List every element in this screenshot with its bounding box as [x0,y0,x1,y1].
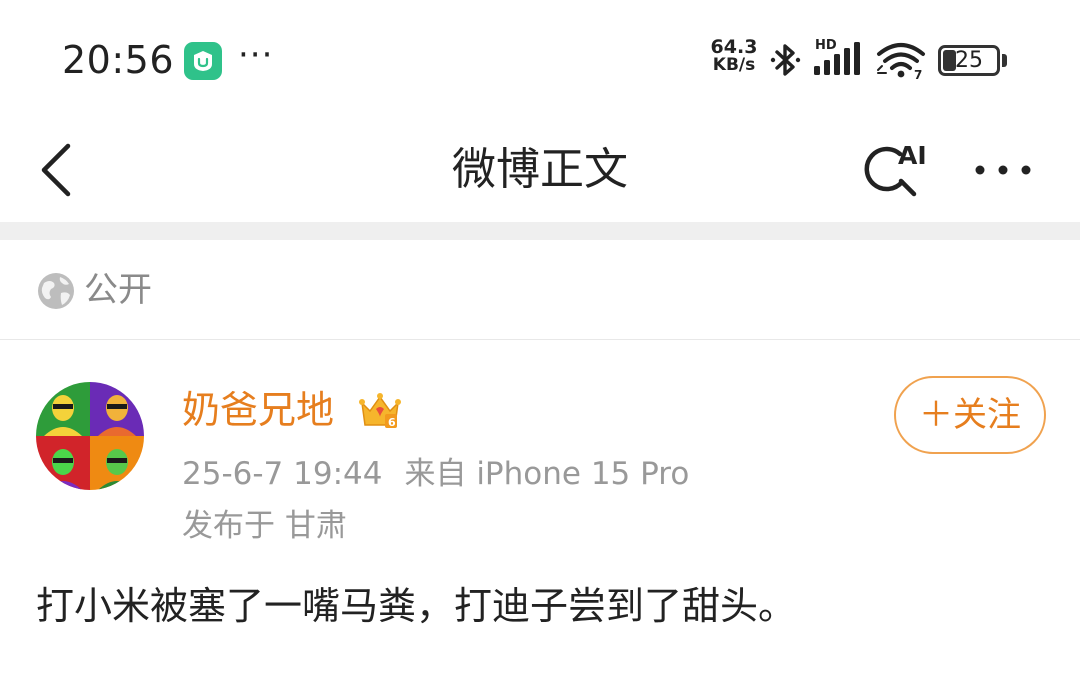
visibility-row: 公开 [0,240,1080,340]
globe-icon [38,273,74,309]
network-speed-value: 64.3 [710,36,758,58]
cellular-signal-icon [814,42,860,75]
post-meta: 25-6-7 19:44 来自 iPhone 15 Pro [182,452,689,496]
author-name[interactable]: 奶爸兄地 [182,384,334,436]
network-speed-unit: KB/s [712,55,756,75]
back-button[interactable] [30,132,86,208]
status-bar: 20:56 ··· 64.3 KB/s HD 7 25 [0,0,1080,120]
battery-level: 25 [955,48,983,73]
battery-icon: 25 [938,45,1000,76]
post-location: 发布于 甘肃 [182,508,347,544]
status-time: 20:56 [62,38,175,82]
post-source: 来自 iPhone 15 Pro [404,456,690,492]
ai-search-button[interactable]: AI [856,130,936,210]
notification-more-indicator: ··· [238,35,274,75]
follow-button[interactable]: ＋关注 [894,376,1046,454]
ai-label: AI [898,141,927,170]
more-dots-icon [975,165,1031,175]
avatar-image [36,382,144,490]
svg-text:7: 7 [914,68,922,80]
wifi-icon: 7 [877,43,925,80]
battery-tip [1002,54,1007,67]
post-timestamp: 25-6-7 19:44 [182,456,383,492]
more-button[interactable] [968,138,1040,202]
mi-home-app-icon [184,42,222,80]
section-divider [0,222,1080,240]
avatar[interactable] [36,382,144,490]
svg-text:6: 6 [388,416,396,429]
title-bar: 微博正文 AI [0,120,1080,220]
post-text: 打小米被塞了一嘴马粪，打迪子尝到了甜头。 [36,584,797,628]
weibo-post-page: 20:56 ··· 64.3 KB/s HD 7 25 微博正文 AI 公开 奶… [0,0,1080,700]
bluetooth-icon [770,44,801,76]
network-speed: 64.3 KB/s [706,36,762,75]
visibility-label: 公开 [84,270,152,310]
vip-crown-badge-icon: 6 [359,393,401,429]
ai-search-icon: AI [864,141,927,197]
page-title: 微博正文 [452,144,628,195]
chevron-left-icon [41,143,71,197]
